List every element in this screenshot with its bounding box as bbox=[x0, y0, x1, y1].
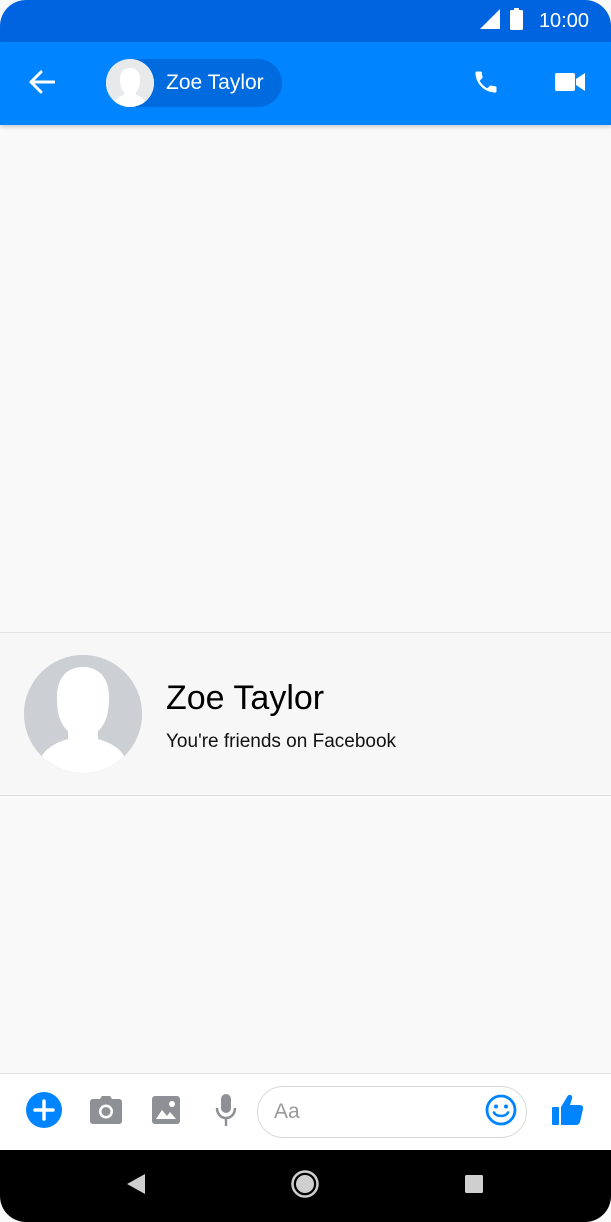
plus-icon bbox=[26, 1091, 62, 1133]
status-bar: 10:00 bbox=[0, 0, 611, 42]
messenger-conversation-screen: 10:00 Zoe Taylor Zoe Taylor You're frien… bbox=[0, 0, 611, 1222]
contact-header-chip[interactable]: Zoe Taylor bbox=[106, 59, 282, 107]
contact-avatar bbox=[106, 59, 154, 107]
send-like-button[interactable] bbox=[548, 1092, 588, 1132]
person-silhouette-icon bbox=[106, 59, 154, 107]
nav-recent-icon bbox=[465, 1174, 483, 1198]
contact-profile-card: Zoe Taylor You're friends on Facebook bbox=[0, 632, 611, 796]
camera-icon bbox=[90, 1095, 122, 1129]
profile-avatar bbox=[24, 655, 142, 773]
more-actions-button[interactable] bbox=[24, 1091, 64, 1133]
signal-icon bbox=[479, 8, 500, 34]
nav-back-icon bbox=[127, 1173, 145, 1199]
camera-button[interactable] bbox=[86, 1092, 126, 1132]
system-navigation-bar bbox=[0, 1150, 611, 1222]
back-button[interactable] bbox=[20, 62, 64, 106]
gallery-icon bbox=[152, 1095, 180, 1129]
nav-back-button[interactable] bbox=[114, 1164, 158, 1208]
video-camera-icon bbox=[555, 71, 585, 98]
friendship-status-text: You're friends on Facebook bbox=[166, 731, 397, 752]
battery-icon bbox=[509, 7, 523, 35]
person-silhouette-icon bbox=[24, 655, 142, 773]
phone-icon bbox=[472, 68, 500, 101]
microphone-icon bbox=[215, 1093, 237, 1131]
message-input[interactable] bbox=[274, 1097, 464, 1127]
message-composer bbox=[0, 1073, 611, 1150]
gallery-button[interactable] bbox=[146, 1092, 186, 1132]
nav-recent-apps-button[interactable] bbox=[452, 1164, 496, 1208]
voice-message-button[interactable] bbox=[206, 1092, 246, 1132]
emoji-icon bbox=[485, 1094, 517, 1131]
nav-home-icon bbox=[290, 1169, 320, 1204]
profile-name: Zoe Taylor bbox=[166, 679, 325, 717]
thumbs-up-icon bbox=[552, 1094, 584, 1131]
nav-home-button[interactable] bbox=[283, 1164, 327, 1208]
back-arrow-icon bbox=[29, 70, 56, 99]
status-time: 10:00 bbox=[538, 9, 589, 32]
emoji-button[interactable] bbox=[484, 1094, 518, 1131]
status-indicators: 10:00 bbox=[479, 7, 589, 35]
contact-name: Zoe Taylor bbox=[166, 71, 264, 94]
message-field[interactable] bbox=[257, 1086, 527, 1138]
conversation-header: Zoe Taylor bbox=[0, 42, 611, 125]
voice-call-button[interactable] bbox=[464, 62, 508, 106]
video-call-button[interactable] bbox=[548, 62, 592, 106]
